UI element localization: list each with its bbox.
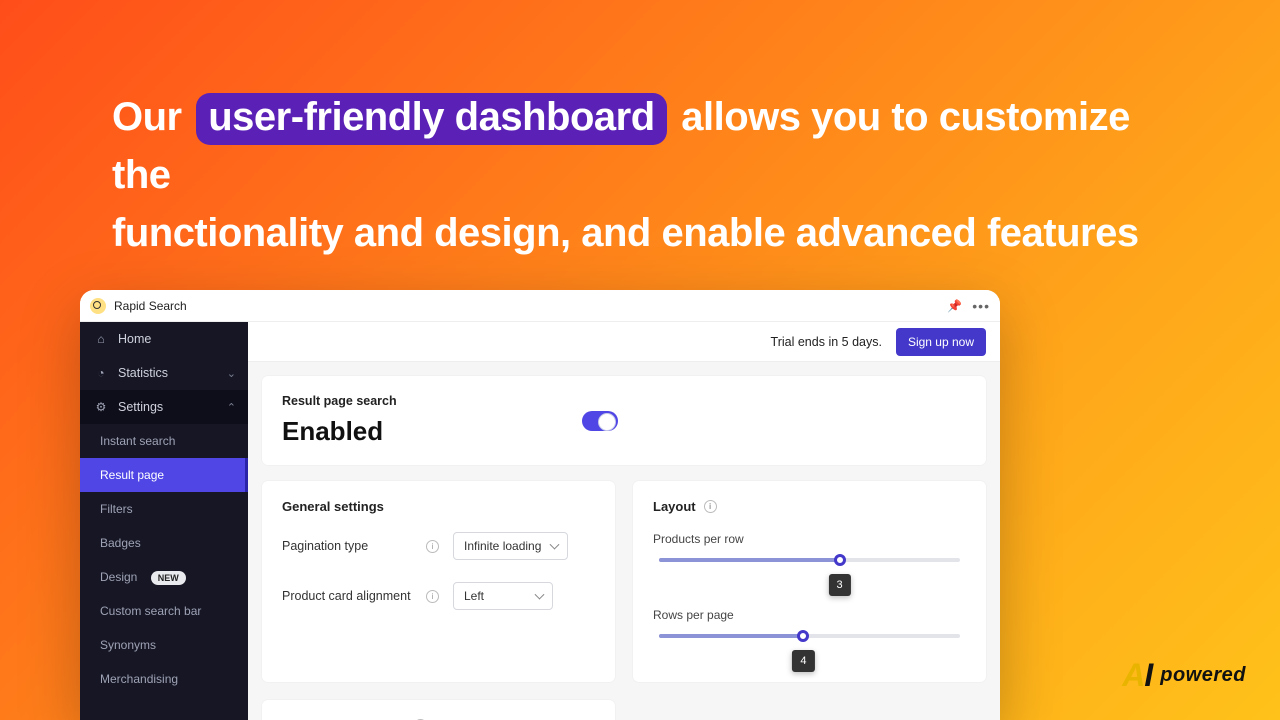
- gear-icon: ⚙: [94, 400, 108, 414]
- sidebar-sub-synonyms[interactable]: Synonyms: [80, 628, 248, 662]
- pagination-type-label: Pagination type: [282, 539, 412, 553]
- rows-per-page-label: Rows per page: [653, 608, 966, 622]
- trial-text: Trial ends in 5 days.: [771, 335, 882, 349]
- signup-button[interactable]: Sign up now: [896, 328, 986, 356]
- main-content: Trial ends in 5 days. Sign up now Result…: [248, 322, 1000, 720]
- clock-icon: ◔: [94, 366, 108, 380]
- layout-card: Layout i Products per row 3: [633, 481, 986, 682]
- app-name: Rapid Search: [114, 299, 187, 313]
- enabled-status: Enabled: [282, 416, 582, 447]
- slider-value: 3: [829, 574, 851, 596]
- rows-per-page-slider[interactable]: 4: [659, 634, 960, 638]
- info-icon[interactable]: i: [426, 540, 439, 553]
- sidebar-item-home[interactable]: ⌂ Home: [80, 322, 248, 356]
- products-per-row-label: Products per row: [653, 532, 966, 546]
- pagination-type-select[interactable]: Infinite loading: [453, 532, 568, 560]
- sidebar-sub-instant-search[interactable]: Instant search: [80, 424, 248, 458]
- card-title: Result page search: [282, 394, 582, 408]
- sidebar-sub-custom-search-bar[interactable]: Custom search bar: [80, 594, 248, 628]
- sidebar-label: Statistics: [118, 366, 168, 380]
- alignment-label: Product card alignment: [282, 589, 412, 603]
- marketing-headline: Our user-friendly dashboard allows you t…: [112, 88, 1168, 262]
- ai-powered-badge: AI powered: [1122, 657, 1246, 694]
- headline-highlight: user-friendly dashboard: [196, 93, 666, 145]
- sidebar-label: Home: [118, 332, 151, 346]
- enabled-toggle[interactable]: [582, 411, 618, 431]
- sidebar-sub-badges[interactable]: Badges: [80, 526, 248, 560]
- info-icon[interactable]: i: [704, 500, 717, 513]
- sidebar-item-statistics[interactable]: ◔ Statistics ⌄: [80, 356, 248, 390]
- more-icon[interactable]: •••: [972, 298, 990, 314]
- new-badge: NEW: [151, 571, 186, 585]
- chevron-down-icon: ⌄: [227, 367, 236, 380]
- ai-logo-icon: AI: [1122, 657, 1152, 694]
- sidebar-sub-result-page[interactable]: Result page: [80, 458, 248, 492]
- sidebar-label: Settings: [118, 400, 163, 414]
- app-icon: [90, 298, 106, 314]
- product-fields-order-card: Product fields order i: [262, 700, 615, 720]
- sidebar-sub-merchandising[interactable]: Merchandising: [80, 662, 248, 696]
- app-window: Rapid Search 📌 ••• ⌂ Home ◔ Statistics ⌄…: [80, 290, 1000, 720]
- section-title: General settings: [282, 499, 595, 514]
- ai-powered-text: powered: [1160, 664, 1246, 687]
- sidebar-sub-filters[interactable]: Filters: [80, 492, 248, 526]
- home-icon: ⌂: [94, 332, 108, 346]
- slider-value: 4: [792, 650, 814, 672]
- products-per-row-slider[interactable]: 3: [659, 558, 960, 562]
- headline-post2: functionality and design, and enable adv…: [112, 211, 1139, 255]
- pin-icon[interactable]: 📌: [947, 299, 962, 313]
- sidebar-item-settings[interactable]: ⚙ Settings ⌃: [80, 390, 248, 424]
- section-title: Layout i: [653, 499, 966, 514]
- chevron-up-icon: ⌃: [227, 401, 236, 414]
- window-titlebar: Rapid Search 📌 •••: [80, 290, 1000, 322]
- alignment-select[interactable]: Left: [453, 582, 553, 610]
- sidebar: ⌂ Home ◔ Statistics ⌄ ⚙ Settings ⌃ Insta…: [80, 322, 248, 720]
- general-settings-card: General settings Pagination type i Infin…: [262, 481, 615, 682]
- result-page-search-card: Result page search Enabled: [262, 376, 986, 465]
- headline-pre: Our: [112, 95, 182, 139]
- top-bar: Trial ends in 5 days. Sign up now: [248, 322, 1000, 362]
- info-icon[interactable]: i: [426, 590, 439, 603]
- sidebar-sub-design[interactable]: Design NEW: [80, 560, 248, 594]
